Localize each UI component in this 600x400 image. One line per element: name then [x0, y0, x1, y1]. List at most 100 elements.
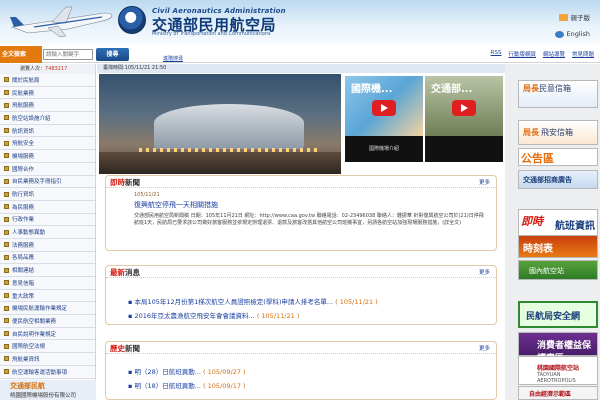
- visitor-count: 7483217: [45, 66, 68, 72]
- video-caption: 國際機場介紹: [345, 136, 423, 162]
- sidebar-item[interactable]: 相關連結: [0, 264, 95, 277]
- sidebar-item-label: 機場民航運輸作業規定: [12, 306, 68, 313]
- video-card[interactable]: 交通部...: [425, 76, 503, 162]
- sidebar-footer-banner[interactable]: 交通部民航 桃園國際機場股份有限公司: [0, 380, 96, 400]
- english-version-link[interactable]: English: [554, 30, 590, 38]
- mobile-site-link[interactable]: 行動版網頁: [508, 50, 536, 58]
- sidebar-item[interactable]: 行政作業: [0, 213, 95, 227]
- domestic-airports-banner[interactable]: 國內航空站: [518, 260, 598, 280]
- bullet-icon: [4, 331, 9, 337]
- list-item[interactable]: ▪ 明（18）日航班異動... ( 105/09/17 ): [128, 380, 496, 390]
- sidebar-item[interactable]: 為民服務: [0, 200, 95, 214]
- video-card[interactable]: 國際機... 國際機場介紹: [345, 76, 423, 162]
- sidebar-item-label: 法務服務: [12, 242, 35, 249]
- sidebar-item[interactable]: 航行資訊: [0, 188, 95, 201]
- investment-ads-banner[interactable]: 交通部招商廣告: [518, 170, 598, 189]
- sidebar-item[interactable]: 機場服務: [0, 150, 95, 163]
- caa-seal-icon: [118, 6, 146, 34]
- kids-version-link[interactable]: 親子版: [558, 12, 590, 22]
- sidebar-item[interactable]: 自民業務及手冊指引: [0, 175, 95, 189]
- advanced-search-link[interactable]: 進階搜尋: [163, 55, 183, 62]
- photo-ground: [99, 152, 341, 174]
- banner-label-accent: 即時: [521, 215, 543, 228]
- more-link[interactable]: 更多: [479, 178, 490, 186]
- taoyuan-airport-banner[interactable]: 桃園國際航空站 TAOYUAN AEROTROPOLIS: [518, 356, 598, 385]
- play-icon[interactable]: [452, 100, 476, 116]
- news-summary: 交通部民用航空局新聞稿 日期：105年11月21日 網址：http://www.…: [134, 213, 484, 227]
- panel-title: 歷史新聞: [110, 343, 140, 354]
- director-opinion-mailbox-banner[interactable]: 局長 民意信箱: [518, 80, 598, 108]
- sidebar-item[interactable]: 飛航業資訊: [0, 353, 95, 366]
- sidebar-item[interactable]: 飛航服務: [0, 99, 95, 113]
- bullet-icon: [4, 280, 9, 286]
- sidebar-item[interactable]: 航空運輸客運活動事項: [0, 365, 95, 379]
- search-button[interactable]: 搜尋: [96, 48, 129, 61]
- fulltext-search-label: 全文檢索: [0, 46, 42, 63]
- site-logo[interactable]: Civil Aeronautics Administration 交通部民用航空…: [118, 6, 308, 37]
- sidebar-item[interactable]: 人事動態異動: [0, 226, 95, 239]
- bullet-icon: [4, 254, 9, 260]
- search-input[interactable]: [43, 49, 93, 60]
- list-item[interactable]: ▪ 明（28）日航班異動... ( 105/09/27 ): [128, 366, 496, 376]
- sidebar-item-label: 民航業務: [12, 90, 35, 97]
- terminal-building-image: [154, 104, 304, 149]
- more-link[interactable]: 更多: [479, 344, 490, 352]
- banner-label: 航班資訊: [555, 221, 595, 232]
- sidebar-item[interactable]: 自民說明作業規定: [0, 327, 95, 341]
- sidebar-item[interactable]: 航空站設施介紹: [0, 112, 95, 125]
- panel-title-rest: 新聞: [125, 178, 140, 187]
- main-content: 臺灣時間:105/11/21 21:50 國際機... 國際機場介紹 交通部..…: [97, 64, 505, 400]
- header: Civil Aeronautics Administration 交通部民用航空…: [0, 0, 600, 45]
- bullet-icon: [4, 90, 9, 96]
- sidebar-footer-title: 交通部民航: [10, 382, 45, 390]
- bullet-icon: [4, 204, 9, 210]
- free-economic-zone-banner[interactable]: 自由經濟示範區: [518, 386, 598, 400]
- play-icon[interactable]: [372, 100, 396, 116]
- news-date: 105/11/21: [134, 192, 160, 198]
- sidebar-item[interactable]: 航訊資訊: [0, 124, 95, 138]
- notice-area-banner[interactable]: 公告區: [518, 148, 598, 166]
- bullet-icon: [4, 128, 9, 134]
- list-item-text: 2016年亞太農漁航空飛安年會會議資料...: [134, 312, 255, 320]
- airport-banner-photo[interactable]: [99, 74, 341, 174]
- english-version-label: English: [566, 30, 590, 38]
- sidebar-item[interactable]: 重大政策: [0, 289, 95, 303]
- list-item[interactable]: ▪ 2016年亞太農漁航空飛安年會會議資料... ( 105/11/21 ): [128, 310, 496, 320]
- sitemap-link[interactable]: 網站導覽: [543, 50, 565, 58]
- bullet-icon: [4, 293, 9, 299]
- consumer-protection-banner[interactable]: 消費者權益保護專區: [518, 332, 598, 364]
- sidebar-item[interactable]: 法務服務: [0, 238, 95, 252]
- banner-label-accent: 局長: [523, 84, 539, 93]
- sidebar-item-label: 國際航空法規: [12, 344, 46, 351]
- utility-links: RSS 行動版網頁 網站導覽 常見問題: [491, 50, 594, 58]
- top-navbar: 全文檢索 搜尋 RSS 行動版網頁 網站導覽 常見問題: [0, 46, 600, 63]
- bullet-icon: [4, 191, 9, 197]
- safety-network-banner[interactable]: 民航局安全網: [518, 301, 598, 328]
- sidebar-item[interactable]: 民航業務: [0, 86, 95, 100]
- history-news-panel: 歷史新聞 更多 ▪ 明（28）日航班異動... ( 105/09/27 ) ▪ …: [105, 341, 497, 400]
- banner-label: 桃園國際航空站: [537, 365, 580, 372]
- sidebar-item-label: 重大政策: [12, 293, 35, 300]
- sidebar-item[interactable]: 機場民航運輸作業規定: [0, 302, 95, 316]
- sidebar-item[interactable]: 意見信箱: [0, 277, 95, 290]
- sidebar-item-label: 飛航安全: [12, 141, 35, 148]
- sidebar-item-label: 國際合作: [12, 166, 35, 173]
- faq-link[interactable]: 常見問題: [572, 50, 594, 58]
- sidebar-item[interactable]: 飛航安全: [0, 137, 95, 151]
- more-link[interactable]: 更多: [479, 268, 490, 276]
- director-safety-mailbox-banner[interactable]: 局長 飛安信箱: [518, 120, 598, 145]
- news-headline-link[interactable]: 復興航空停飛一天相關措施: [134, 200, 496, 210]
- flight-info-banner[interactable]: 即時 航班資訊: [518, 209, 598, 236]
- rss-link[interactable]: RSS: [491, 50, 502, 58]
- sidebar-item[interactable]: 關於民航局: [0, 74, 95, 87]
- sidebar-item[interactable]: 各局品應: [0, 251, 95, 265]
- panel-title-em: 最新: [110, 268, 125, 277]
- list-item[interactable]: ▪ 本局105年12月份第1梯次航空人員證照檢定(學科)申請人排考名單... (…: [128, 296, 496, 306]
- timetable-banner[interactable]: 時刻表: [518, 235, 598, 258]
- sidebar-item[interactable]: 國際合作: [0, 162, 95, 176]
- banner-sublabel: TAOYUAN AEROTROPOLIS: [537, 372, 576, 384]
- sidebar-item[interactable]: 國際航空法規: [0, 340, 95, 354]
- bullet-icon: [4, 77, 9, 83]
- panel-header: 最新消息 更多: [106, 266, 496, 278]
- sidebar-item[interactable]: 便民航空相關業務: [0, 315, 95, 328]
